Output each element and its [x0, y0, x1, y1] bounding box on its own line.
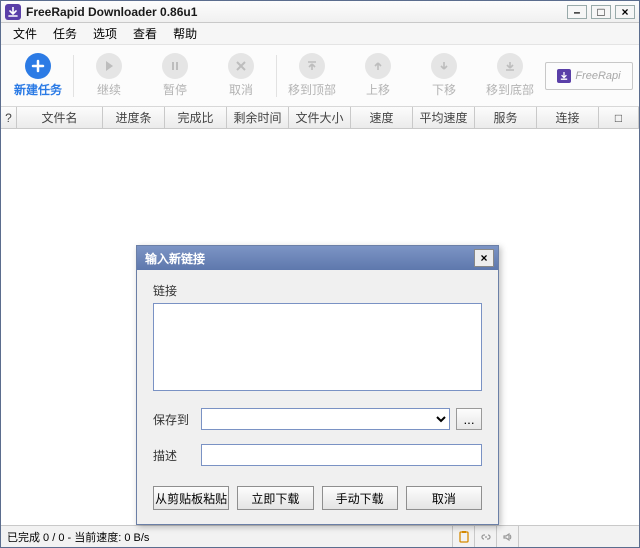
clipboard-monitor-icon[interactable]	[453, 526, 475, 547]
pause-button[interactable]: 暂停	[144, 53, 206, 98]
pause-icon	[162, 53, 188, 79]
cancel-icon	[228, 53, 254, 79]
description-label: 描述	[153, 447, 195, 464]
plus-icon	[25, 53, 51, 79]
minimize-button[interactable]: –	[567, 5, 587, 19]
save-to-select[interactable]	[201, 408, 450, 430]
save-to-label: 保存到	[153, 411, 195, 428]
move-up-button[interactable]: 上移	[347, 53, 409, 98]
menu-help[interactable]: 帮助	[165, 23, 205, 44]
app-icon	[5, 4, 21, 20]
col-tail[interactable]: □	[599, 107, 639, 128]
col-percent[interactable]: 完成比	[165, 107, 227, 128]
menu-options[interactable]: 选项	[85, 23, 125, 44]
col-filename[interactable]: 文件名	[17, 107, 103, 128]
window-title: FreeRapid Downloader 0.86u1	[26, 5, 567, 19]
col-speed[interactable]: 速度	[351, 107, 413, 128]
move-bottom-button[interactable]: 移到底部	[479, 53, 541, 98]
toolbar-separator	[73, 55, 74, 97]
dialog-cancel-button[interactable]: 取消	[406, 486, 482, 510]
app-icon	[557, 69, 571, 83]
dialog-close-button[interactable]: ×	[474, 249, 494, 267]
menu-file[interactable]: 文件	[5, 23, 45, 44]
col-marker[interactable]: ?	[1, 107, 17, 128]
description-input[interactable]	[201, 444, 482, 466]
download-now-button[interactable]: 立即下载	[237, 486, 313, 510]
up-icon	[365, 53, 391, 79]
add-links-dialog: 输入新链接 × 链接 保存到 ... 描述	[136, 245, 499, 525]
download-manual-button[interactable]: 手动下载	[322, 486, 398, 510]
table-body: 输入新链接 × 链接 保存到 ... 描述	[1, 129, 639, 525]
menu-view[interactable]: 查看	[125, 23, 165, 44]
cancel-button[interactable]: 取消	[210, 53, 272, 98]
link-icon[interactable]	[475, 526, 497, 547]
top-icon	[299, 53, 325, 79]
titlebar: FreeRapid Downloader 0.86u1 – □ ×	[1, 1, 639, 23]
app-window: FreeRapid Downloader 0.86u1 – □ × 文件 任务 …	[0, 0, 640, 548]
status-text: 已完成 0 / 0 - 当前速度: 0 B/s	[1, 526, 453, 547]
col-eta[interactable]: 剩余时间	[227, 107, 289, 128]
toolbar: 新建任务 继续 暂停 取消 移到顶部 上移 下移 移到底部	[1, 45, 639, 107]
down-icon	[431, 53, 457, 79]
col-service[interactable]: 服务	[475, 107, 537, 128]
dialog-title: 输入新链接	[145, 250, 474, 267]
move-down-button[interactable]: 下移	[413, 53, 475, 98]
table-header: ? 文件名 进度条 完成比 剩余时间 文件大小 速度 平均速度 服务 连接 □	[1, 107, 639, 129]
toolbar-separator	[276, 55, 277, 97]
menu-tasks[interactable]: 任务	[45, 23, 85, 44]
bottom-icon	[497, 53, 523, 79]
browse-button[interactable]: ...	[456, 408, 482, 430]
statusbar: 已完成 0 / 0 - 当前速度: 0 B/s	[1, 525, 639, 547]
window-controls: – □ ×	[567, 5, 635, 19]
menubar: 文件 任务 选项 查看 帮助	[1, 23, 639, 45]
brand-text: FreeRapi	[575, 70, 620, 82]
paste-from-clipboard-button[interactable]: 从剪贴板粘贴	[153, 486, 229, 510]
move-top-button[interactable]: 移到顶部	[281, 53, 343, 98]
links-textarea[interactable]	[153, 303, 482, 391]
col-size[interactable]: 文件大小	[289, 107, 351, 128]
col-conn[interactable]: 连接	[537, 107, 599, 128]
col-progress[interactable]: 进度条	[103, 107, 165, 128]
sound-icon[interactable]	[497, 526, 519, 547]
play-icon	[96, 53, 122, 79]
new-task-button[interactable]: 新建任务	[7, 53, 69, 98]
close-button[interactable]: ×	[615, 5, 635, 19]
dialog-titlebar[interactable]: 输入新链接 ×	[137, 246, 498, 270]
brand-box[interactable]: FreeRapi	[545, 62, 633, 90]
maximize-button[interactable]: □	[591, 5, 611, 19]
col-avgspeed[interactable]: 平均速度	[413, 107, 475, 128]
links-label: 链接	[153, 282, 482, 299]
resume-button[interactable]: 继续	[78, 53, 140, 98]
